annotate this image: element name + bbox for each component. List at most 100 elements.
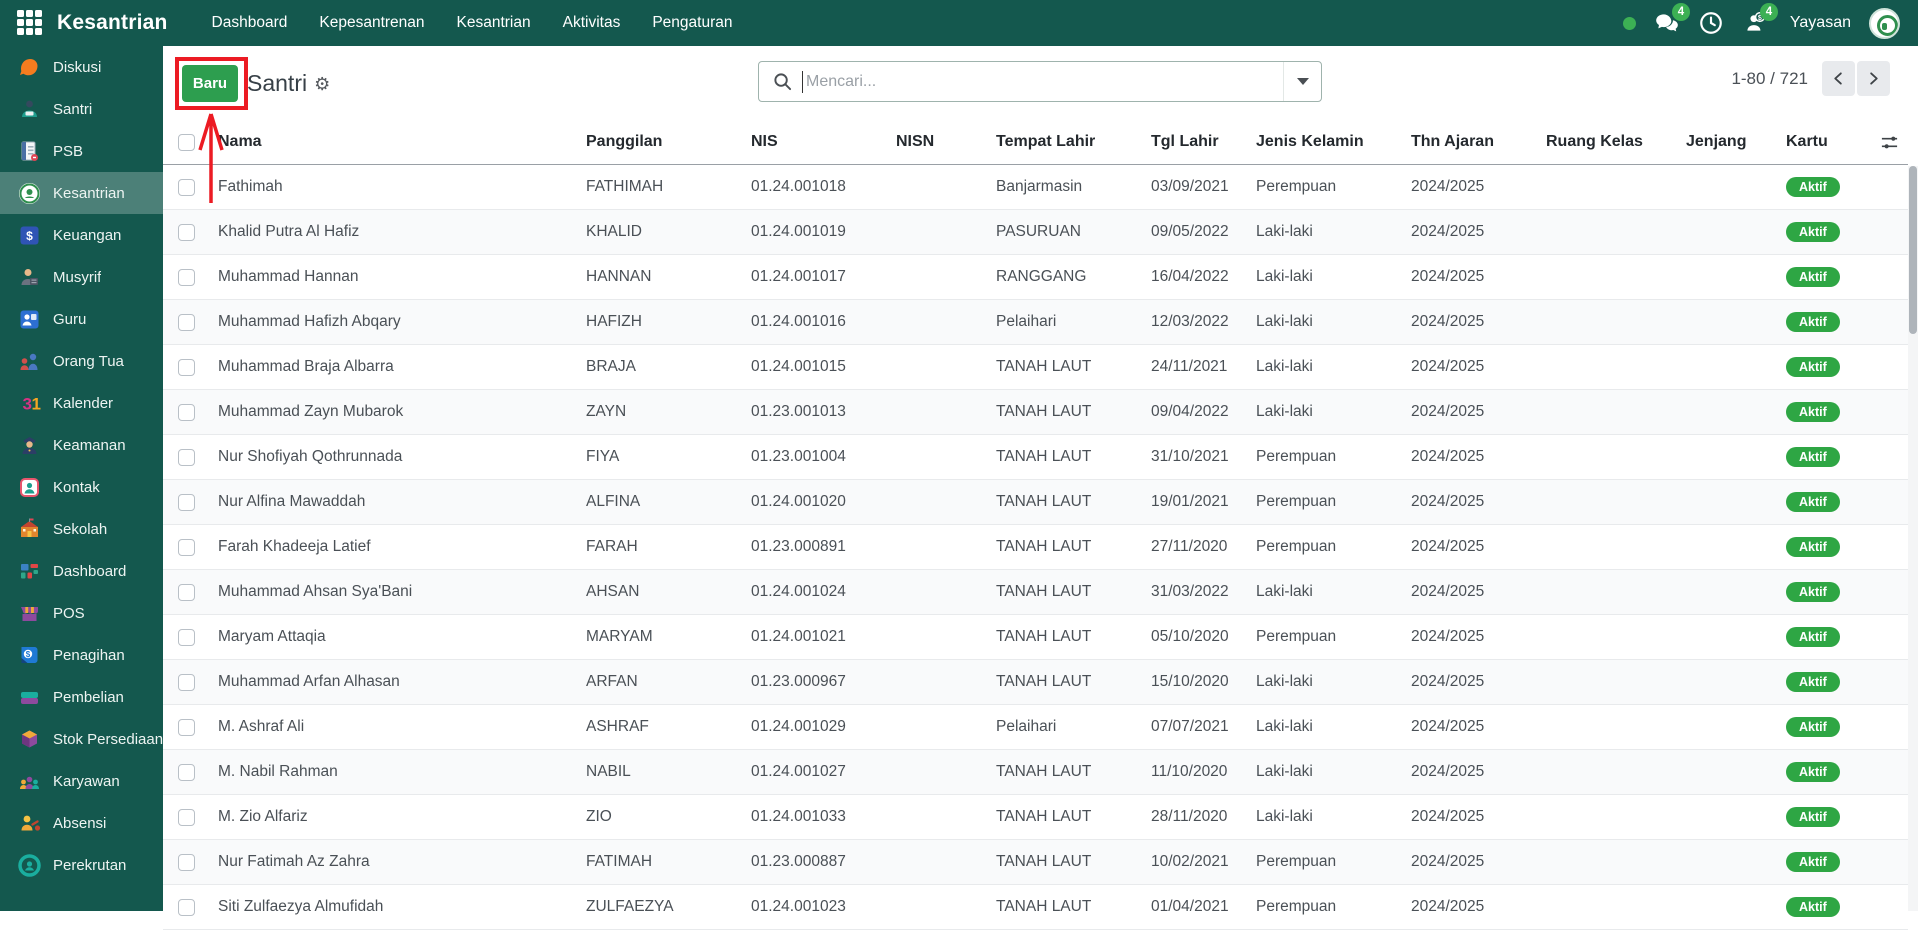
- table-row[interactable]: Muhammad Ahsan Sya'BaniAHSAN01.24.001024…: [163, 570, 1908, 615]
- cell-tempat-lahir: TANAH LAUT: [988, 898, 1143, 916]
- cell-jenis-kelamin: Laki-laki: [1248, 718, 1403, 736]
- sidebar-item-dashboard[interactable]: Dashboard: [0, 550, 163, 592]
- sidebar-item-kontak[interactable]: Kontak: [0, 466, 163, 508]
- sidebar-item-musyrif[interactable]: Musyrif: [0, 256, 163, 298]
- sidebar-item-keuangan[interactable]: $Keuangan: [0, 214, 163, 256]
- pager: 1-80 / 721: [1731, 61, 1890, 96]
- nav-item-kesantrian[interactable]: Kesantrian: [445, 1, 543, 45]
- row-checkbox[interactable]: [178, 764, 195, 781]
- row-checkbox[interactable]: [178, 404, 195, 421]
- sidebar-item-orang-tua[interactable]: Orang Tua: [0, 340, 163, 382]
- column-header-tgl-lahir[interactable]: Tgl Lahir: [1143, 133, 1248, 151]
- table-row[interactable]: M. Nabil RahmanNABIL01.24.001027TANAH LA…: [163, 750, 1908, 795]
- optional-columns-icon[interactable]: [1870, 133, 1908, 152]
- app-brand[interactable]: Kesantrian: [57, 11, 168, 35]
- row-checkbox[interactable]: [178, 359, 195, 376]
- nav-item-pengaturan[interactable]: Pengaturan: [640, 1, 744, 45]
- table-row[interactable]: M. Ashraf AliASHRAF01.24.001029Pelaihari…: [163, 705, 1908, 750]
- table-row[interactable]: Maryam AttaqiaMARYAM01.24.001021TANAH LA…: [163, 615, 1908, 660]
- scrollbar-thumb[interactable]: [1909, 166, 1917, 334]
- view-settings-gear-icon[interactable]: ⚙: [314, 75, 330, 93]
- row-checkbox[interactable]: [178, 854, 195, 871]
- table-row[interactable]: Farah Khadeeja LatiefFARAH01.23.000891TA…: [163, 525, 1908, 570]
- column-header-jenjang[interactable]: Jenjang: [1678, 133, 1778, 151]
- sidebar-item-diskusi[interactable]: Diskusi: [0, 46, 163, 88]
- row-checkbox[interactable]: [178, 719, 195, 736]
- nav-item-dashboard[interactable]: Dashboard: [200, 1, 300, 45]
- sidebar-item-perekrutan[interactable]: Perekrutan: [0, 844, 163, 886]
- nav-item-kepesantrenan[interactable]: Kepesantrenan: [307, 1, 436, 45]
- cell-tgl-lahir: 28/11/2020: [1143, 808, 1248, 826]
- column-header-panggilan[interactable]: Panggilan: [578, 133, 743, 151]
- sidebar-item-kalender[interactable]: 31Kalender: [0, 382, 163, 424]
- activities-clock-icon[interactable]: [1698, 10, 1724, 36]
- table-row[interactable]: Nur Shofiyah QothrunnadaFIYA01.23.001004…: [163, 435, 1908, 480]
- user-name[interactable]: Yayasan: [1790, 14, 1851, 32]
- status-badge: Aktif: [1786, 447, 1840, 468]
- row-checkbox[interactable]: [178, 674, 195, 691]
- filter-dropdown-toggle[interactable]: [1283, 62, 1321, 101]
- row-checkbox[interactable]: [178, 584, 195, 601]
- nav-item-aktivitas[interactable]: Aktivitas: [551, 1, 633, 45]
- sidebar-item-santri[interactable]: Santri: [0, 88, 163, 130]
- apps-grid-icon[interactable]: [17, 10, 43, 36]
- row-checkbox[interactable]: [178, 449, 195, 466]
- cell-tempat-lahir: RANGGANG: [988, 268, 1143, 286]
- sidebar-item-absensi[interactable]: Absensi: [0, 802, 163, 844]
- cell-jenis-kelamin: Laki-laki: [1248, 583, 1403, 601]
- sidebar-item-sekolah[interactable]: Sekolah: [0, 508, 163, 550]
- column-header-jenis-kelamin[interactable]: Jenis Kelamin: [1248, 133, 1403, 151]
- row-checkbox[interactable]: [178, 269, 195, 286]
- table-row[interactable]: Khalid Putra Al HafizKHALID01.24.001019P…: [163, 210, 1908, 255]
- sidebar-item-pembelian[interactable]: Pembelian: [0, 676, 163, 718]
- table-row[interactable]: FathimahFATHIMAH01.24.001018Banjarmasin0…: [163, 165, 1908, 210]
- column-header-nis[interactable]: NIS: [743, 133, 888, 151]
- sidebar-item-kesantrian[interactable]: Kesantrian: [0, 172, 163, 214]
- pager-prev-button[interactable]: [1822, 61, 1855, 96]
- row-checkbox[interactable]: [178, 809, 195, 826]
- column-header-kartu[interactable]: Kartu: [1778, 133, 1870, 151]
- table-row[interactable]: Muhammad Braja AlbarraBRAJA01.24.001015T…: [163, 345, 1908, 390]
- new-record-button[interactable]: Baru: [182, 65, 238, 102]
- status-badge: Aktif: [1786, 897, 1840, 918]
- sidebar-item-psb[interactable]: PSB: [0, 130, 163, 172]
- sidebar-item-guru[interactable]: Guru: [0, 298, 163, 340]
- row-checkbox[interactable]: [178, 629, 195, 646]
- messages-icon[interactable]: 4: [1654, 10, 1680, 36]
- table-row[interactable]: M. Zio AlfarizZIO01.24.001033TANAH LAUT2…: [163, 795, 1908, 840]
- sidebar-item-pos[interactable]: POS: [0, 592, 163, 634]
- row-checkbox[interactable]: [178, 179, 195, 196]
- table-row[interactable]: Siti Zulfaezya AlmufidahZULFAEZYA01.24.0…: [163, 885, 1908, 930]
- table-row[interactable]: Muhammad Arfan AlhasanARFAN01.23.000967T…: [163, 660, 1908, 705]
- table-row[interactable]: Nur Fatimah Az ZahraFATIMAH01.23.000887T…: [163, 840, 1908, 885]
- column-header-tempat-lahir[interactable]: Tempat Lahir: [988, 133, 1143, 151]
- row-checkbox[interactable]: [178, 899, 195, 916]
- table-row[interactable]: Muhammad Hafizh AbqaryHAFIZH01.24.001016…: [163, 300, 1908, 345]
- sidebar-item-stok-persediaan[interactable]: Stok Persediaan: [0, 718, 163, 760]
- sidebar-item-penagihan[interactable]: $Penagihan: [0, 634, 163, 676]
- payments-icon[interactable]: $ 4: [1742, 10, 1768, 36]
- pager-next-button[interactable]: [1857, 61, 1890, 96]
- row-checkbox[interactable]: [178, 539, 195, 556]
- sidebar-item-label: Keamanan: [53, 437, 126, 454]
- cell-tgl-lahir: 12/03/2022: [1143, 313, 1248, 331]
- row-checkbox[interactable]: [178, 314, 195, 331]
- column-header-nisn[interactable]: NISN: [888, 133, 988, 151]
- select-all-checkbox[interactable]: [178, 134, 195, 151]
- vertical-scrollbar[interactable]: [1908, 166, 1918, 911]
- column-header-thn-ajaran[interactable]: Thn Ajaran: [1403, 133, 1538, 151]
- cell-nama: Fathimah: [210, 178, 578, 196]
- table-row[interactable]: Nur Alfina MawaddahALFINA01.24.001020TAN…: [163, 480, 1908, 525]
- sidebar-item-keamanan[interactable]: Keamanan: [0, 424, 163, 466]
- table-row[interactable]: Muhammad HannanHANNAN01.24.001017RANGGAN…: [163, 255, 1908, 300]
- row-checkbox[interactable]: [178, 494, 195, 511]
- user-avatar[interactable]: [1869, 8, 1900, 39]
- status-badge: Aktif: [1786, 627, 1840, 648]
- cell-tgl-lahir: 15/10/2020: [1143, 673, 1248, 691]
- row-checkbox[interactable]: [178, 224, 195, 241]
- column-header-ruang-kelas[interactable]: Ruang Kelas: [1538, 133, 1678, 151]
- search-input[interactable]: [803, 73, 1283, 91]
- column-header-nama[interactable]: Nama: [210, 133, 578, 151]
- table-row[interactable]: Muhammad Zayn MubarokZAYN01.23.001013TAN…: [163, 390, 1908, 435]
- sidebar-item-karyawan[interactable]: Karyawan: [0, 760, 163, 802]
